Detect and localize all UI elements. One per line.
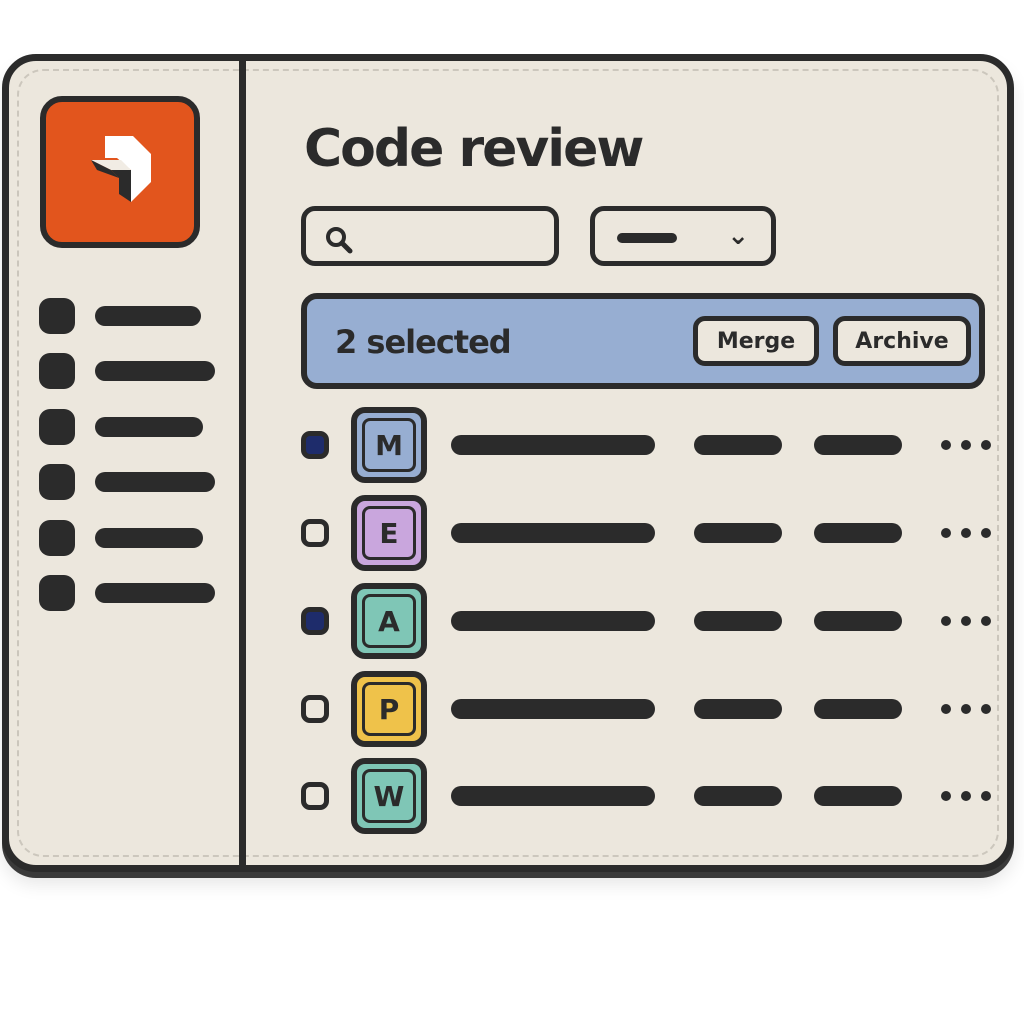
nav-item-icon [39,575,75,611]
search-icon [326,227,353,254]
sidebar-item-1[interactable] [39,298,229,334]
list-item[interactable]: W [301,758,991,834]
app-window: Code review ⌄ 2 selected Merge Archive M… [2,54,1014,872]
sidebar [9,61,246,865]
row-status-placeholder [814,523,902,543]
nav-item-icon [39,464,75,500]
app-logo[interactable] [40,96,200,248]
row-title-placeholder [451,699,655,719]
avatar-initial: W [362,769,416,823]
avatar-initial: A [362,594,416,648]
more-options-icon[interactable] [941,786,991,806]
logo-icon [91,136,151,202]
row-meta-placeholder [694,611,782,631]
row-checkbox[interactable] [301,607,329,635]
nav-item-label [95,528,203,548]
row-status-placeholder [814,435,902,455]
chevron-down-icon: ⌄ [727,221,749,251]
list-item[interactable]: A [301,583,991,659]
row-status-placeholder [814,699,902,719]
row-meta-placeholder [694,699,782,719]
main-panel: Code review ⌄ 2 selected Merge Archive M… [246,61,1007,865]
row-checkbox[interactable] [301,519,329,547]
more-options-icon[interactable] [941,435,991,455]
row-title-placeholder [451,611,655,631]
nav-item-icon [39,298,75,334]
nav-item-icon [39,409,75,445]
list-item[interactable]: E [301,495,991,571]
avatar: W [351,758,427,834]
row-checkbox[interactable] [301,431,329,459]
selection-bar: 2 selected Merge Archive [301,293,985,389]
avatar-initial: E [362,506,416,560]
nav-item-label [95,583,215,603]
avatar: A [351,583,427,659]
filter-dropdown[interactable]: ⌄ [590,206,776,266]
sidebar-item-4[interactable] [39,464,229,500]
row-title-placeholder [451,523,655,543]
sidebar-item-6[interactable] [39,575,229,611]
selection-count: 2 selected [335,323,512,361]
row-title-placeholder [451,786,655,806]
row-meta-placeholder [694,786,782,806]
list-item[interactable]: M [301,407,991,483]
row-status-placeholder [814,786,902,806]
archive-button[interactable]: Archive [833,316,971,366]
avatar: M [351,407,427,483]
nav-item-label [95,417,203,437]
nav-item-label [95,472,215,492]
filter-value-placeholder [617,233,677,243]
sidebar-item-2[interactable] [39,353,229,389]
avatar: P [351,671,427,747]
merge-button[interactable]: Merge [693,316,819,366]
nav-item-icon [39,353,75,389]
search-input[interactable] [301,206,559,266]
nav-item-icon [39,520,75,556]
row-meta-placeholder [694,523,782,543]
avatar-initial: M [362,418,416,472]
row-meta-placeholder [694,435,782,455]
more-options-icon[interactable] [941,523,991,543]
sidebar-item-3[interactable] [39,409,229,445]
page-title: Code review [304,119,644,179]
more-options-icon[interactable] [941,611,991,631]
nav-item-label [95,361,215,381]
row-checkbox[interactable] [301,782,329,810]
row-title-placeholder [451,435,655,455]
row-status-placeholder [814,611,902,631]
more-options-icon[interactable] [941,699,991,719]
list-item[interactable]: P [301,671,991,747]
row-checkbox[interactable] [301,695,329,723]
sidebar-item-5[interactable] [39,520,229,556]
nav-item-label [95,306,201,326]
avatar-initial: P [362,682,416,736]
avatar: E [351,495,427,571]
